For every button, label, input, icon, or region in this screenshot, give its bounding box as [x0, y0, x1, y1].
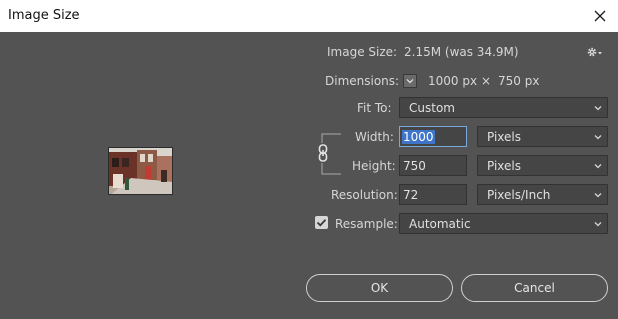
gear-icon: [587, 47, 602, 57]
width-input[interactable]: 1000: [399, 126, 467, 147]
height-input[interactable]: 750: [399, 155, 467, 176]
chevron-down-icon: [594, 164, 602, 169]
resolution-label: Resolution:: [331, 188, 398, 202]
title-bar: Image Size: [0, 0, 618, 32]
settings-menu-button[interactable]: [586, 45, 604, 59]
resolution-unit-value: Pixels/Inch: [487, 188, 551, 202]
window-title: Image Size: [8, 8, 80, 23]
resolution-input[interactable]: 72: [399, 184, 467, 205]
image-size-label: Image Size:: [327, 45, 398, 59]
close-button[interactable]: [586, 2, 614, 30]
dimensions-unit-toggle[interactable]: [403, 74, 417, 88]
resolution-unit-select[interactable]: Pixels/Inch: [477, 184, 608, 205]
resample-checkbox[interactable]: [315, 216, 328, 229]
fit-to-label: Fit To:: [357, 101, 392, 115]
resolution-input-value: 72: [403, 188, 419, 202]
resample-method-select[interactable]: Automatic: [399, 213, 608, 234]
resample-label: Resample:: [335, 217, 398, 231]
image-size-value: 2.15M (was 34.9M): [404, 45, 519, 59]
fit-to-value: Custom: [409, 101, 455, 115]
dialog-body: Image Size: 2.15M (was 34.9M) Dimensions…: [0, 32, 618, 319]
width-input-value: 1000: [402, 130, 435, 144]
height-label: Height:: [352, 159, 396, 173]
chain-link-icon: [318, 144, 328, 162]
chevron-down-icon: [594, 135, 602, 140]
cancel-button[interactable]: Cancel: [461, 274, 608, 302]
constrain-proportions-toggle[interactable]: [316, 143, 330, 163]
dimensions-label: Dimensions:: [325, 74, 400, 88]
height-input-value: 750: [403, 159, 426, 173]
height-unit-select[interactable]: Pixels: [477, 155, 608, 176]
chevron-down-icon: [594, 193, 602, 198]
dimensions-width-value: 1000 px: [428, 74, 478, 88]
checkmark-icon: [316, 219, 327, 227]
dimensions-height-value: 750 px: [498, 74, 540, 88]
ok-button[interactable]: OK: [306, 274, 453, 302]
width-unit-value: Pixels: [487, 130, 522, 144]
fit-to-select[interactable]: Custom: [399, 97, 608, 118]
chevron-down-icon: [594, 222, 602, 227]
width-unit-select[interactable]: Pixels: [477, 126, 608, 147]
preview-photo: [109, 148, 172, 194]
dimensions-times-sign: ×: [481, 74, 492, 88]
height-unit-value: Pixels: [487, 159, 522, 173]
image-preview[interactable]: [108, 147, 173, 195]
chevron-down-icon: [406, 79, 414, 84]
width-label: Width:: [355, 130, 394, 144]
close-icon: [594, 10, 606, 22]
chevron-down-icon: [594, 106, 602, 111]
resample-method-value: Automatic: [409, 217, 471, 231]
